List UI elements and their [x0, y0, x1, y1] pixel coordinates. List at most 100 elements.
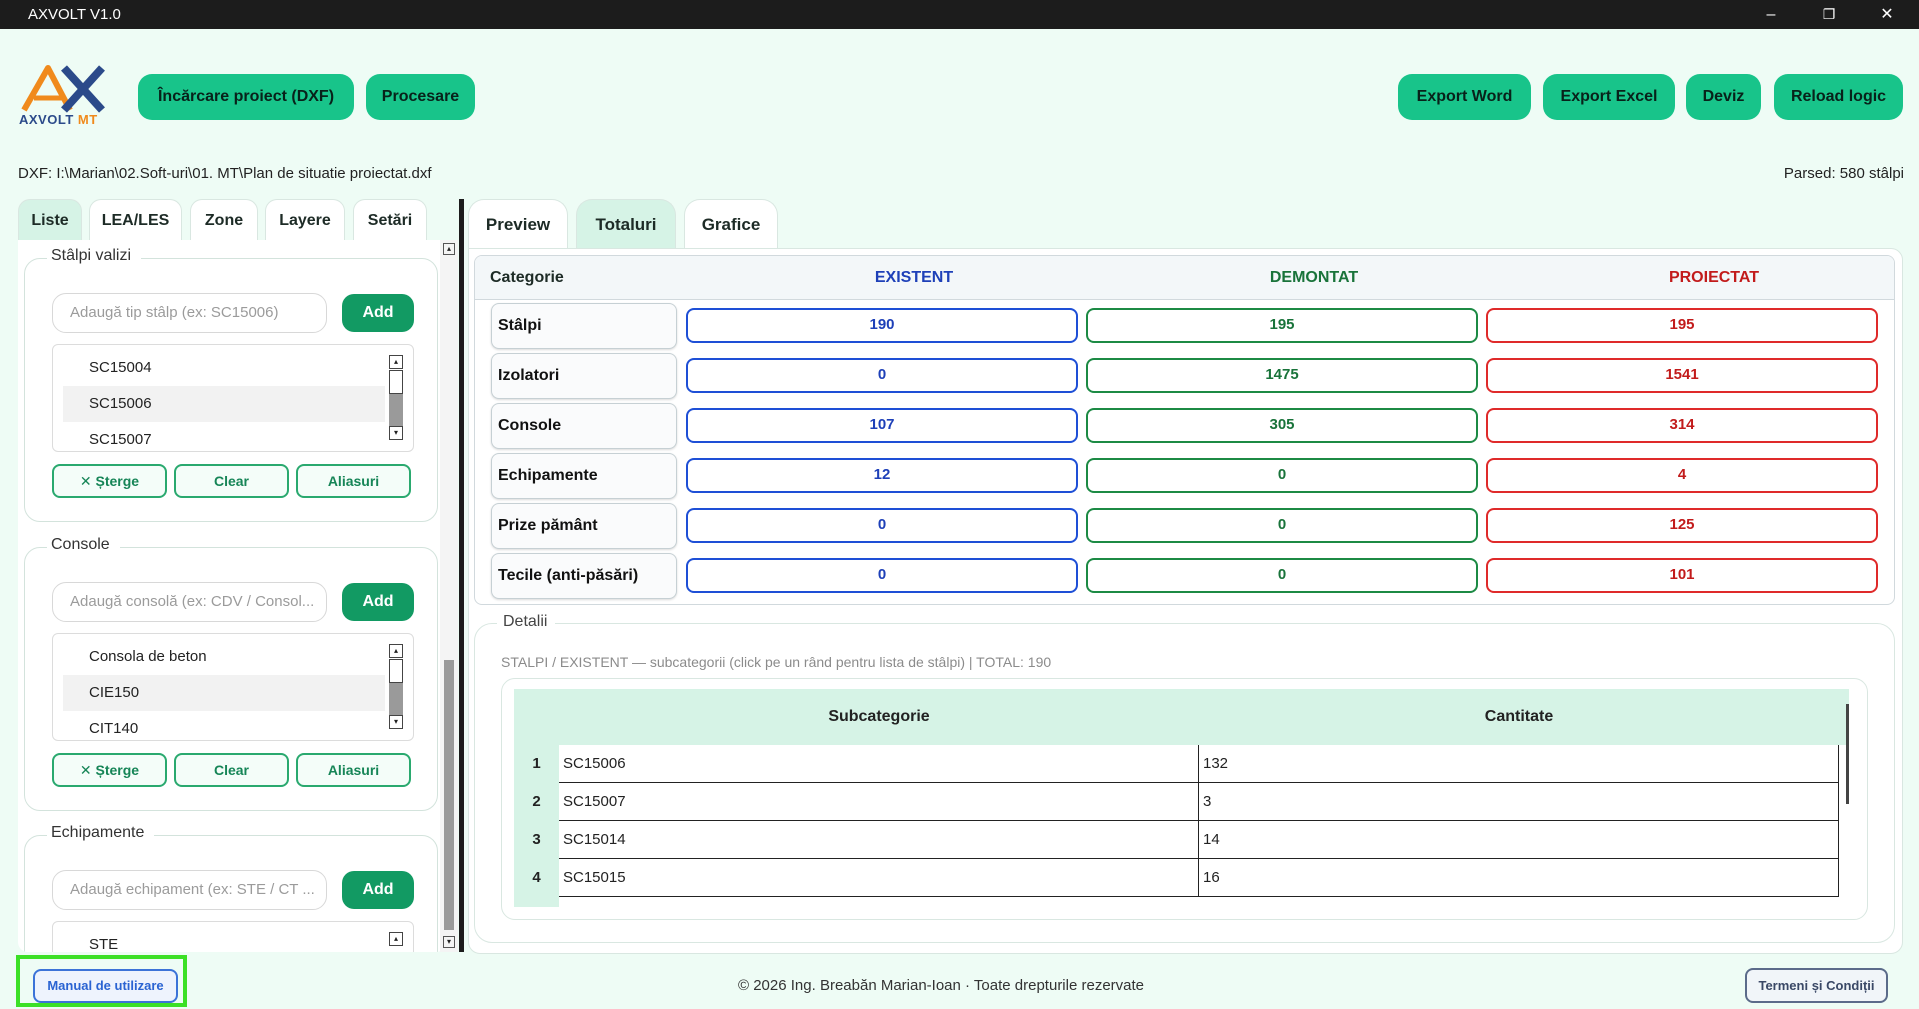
value-proiectat[interactable]: 101	[1486, 558, 1878, 593]
table-row[interactable]: 2 SC15007 3	[514, 783, 1849, 821]
category-prize-pamant[interactable]: Prize pământ	[491, 503, 677, 549]
value-existent[interactable]: 190	[686, 308, 1078, 343]
stalpi-add-button[interactable]: Add	[342, 294, 414, 332]
group-title: Echipamente	[47, 824, 155, 842]
load-dxf-button[interactable]: Încărcare proiect (DXF)	[138, 74, 354, 120]
tab-preview[interactable]: Preview	[468, 199, 568, 248]
user-manual-button[interactable]: Manual de utilizare	[33, 969, 178, 1003]
header-cantitate[interactable]: Cantitate	[1199, 689, 1839, 745]
console-list[interactable]: Consola de beton CIE150 CIT140 ▴ ▾	[52, 633, 414, 741]
header-subcategorie[interactable]: Subcategorie	[559, 689, 1199, 745]
list-item[interactable]: STE	[63, 927, 385, 952]
console-input[interactable]: Adaugă consolă (ex: CDV / Consol...	[52, 582, 327, 622]
scroll-thumb[interactable]	[444, 660, 454, 930]
export-word-button[interactable]: Export Word	[1398, 74, 1531, 120]
cell-cantitate[interactable]: 16	[1199, 859, 1839, 897]
scroll-down-icon[interactable]: ▾	[443, 936, 455, 948]
console-delete-button[interactable]: ✕ Șterge	[52, 753, 167, 787]
category-stalpi[interactable]: Stâlpi	[491, 303, 677, 349]
list-scrollbar[interactable]: ▴ ▾	[389, 644, 403, 732]
table-scrollbar[interactable]	[1846, 704, 1849, 804]
scroll-up-icon[interactable]: ▴	[389, 355, 403, 369]
export-excel-button[interactable]: Export Excel	[1543, 74, 1675, 120]
value-existent[interactable]: 107	[686, 408, 1078, 443]
table-row[interactable]: 1 SC15006 132	[514, 745, 1849, 783]
value-existent[interactable]: 0	[686, 508, 1078, 543]
value-demontat[interactable]: 0	[1086, 508, 1478, 543]
scroll-thumb[interactable]	[389, 659, 403, 683]
cell-cantitate[interactable]: 14	[1199, 821, 1839, 859]
category-echipamente[interactable]: Echipamente	[491, 453, 677, 499]
cell-subcategorie[interactable]: SC15015	[559, 859, 1199, 897]
panel-splitter[interactable]	[459, 199, 464, 952]
terms-button[interactable]: Termeni și Condiții	[1745, 968, 1888, 1003]
stalpi-input[interactable]: Adaugă tip stâlp (ex: SC15006)	[52, 293, 327, 333]
scroll-down-icon[interactable]: ▾	[389, 715, 403, 729]
process-button[interactable]: Procesare	[366, 74, 475, 120]
cell-subcategorie[interactable]: SC15006	[559, 745, 1199, 783]
value-existent[interactable]: 0	[686, 358, 1078, 393]
value-demontat[interactable]: 0	[1086, 458, 1478, 493]
value-proiectat[interactable]: 1541	[1486, 358, 1878, 393]
tab-setari[interactable]: Setări	[353, 199, 427, 241]
minimize-icon[interactable]: –	[1742, 0, 1800, 29]
tab-grafice[interactable]: Grafice	[684, 199, 778, 248]
table-row[interactable]: 3 SC15014 14	[514, 821, 1849, 859]
stalpi-delete-button[interactable]: ✕ Șterge	[52, 464, 167, 498]
left-panel-scrollbar[interactable]: ▴ ▾	[440, 240, 458, 952]
tab-lea-les[interactable]: LEA/LES	[89, 199, 182, 241]
value-demontat[interactable]: 195	[1086, 308, 1478, 343]
list-item[interactable]: Consola de beton	[63, 639, 385, 675]
category-tecile[interactable]: Tecile (anti-păsări)	[491, 553, 677, 599]
list-scrollbar[interactable]: ▴ ▾	[389, 355, 403, 443]
value-demontat[interactable]: 305	[1086, 408, 1478, 443]
scroll-up-icon[interactable]: ▴	[443, 243, 455, 255]
value-proiectat[interactable]: 195	[1486, 308, 1878, 343]
stalpi-list[interactable]: SC15004 SC15006 SC15007 ▴ ▾	[52, 344, 414, 452]
cell-cantitate[interactable]: 132	[1199, 745, 1839, 783]
tab-totaluri[interactable]: Totaluri	[576, 199, 676, 248]
console-clear-button[interactable]: Clear	[174, 753, 289, 787]
list-item[interactable]: CIE150	[63, 675, 385, 711]
echipamente-list[interactable]: STE ▴	[52, 921, 414, 952]
deviz-button[interactable]: Deviz	[1686, 74, 1761, 120]
reload-logic-button[interactable]: Reload logic	[1774, 74, 1903, 120]
close-icon[interactable]: ✕	[1858, 0, 1916, 29]
list-item[interactable]: SC15007	[63, 422, 385, 451]
list-item[interactable]: SC15006	[63, 386, 385, 422]
scroll-track	[389, 683, 403, 715]
list-item[interactable]: CIT140	[63, 711, 385, 740]
cell-cantitate[interactable]: 3	[1199, 783, 1839, 821]
scroll-up-icon[interactable]: ▴	[389, 644, 403, 658]
console-aliases-button[interactable]: Aliasuri	[296, 753, 411, 787]
scroll-down-icon[interactable]: ▾	[389, 426, 403, 440]
tab-liste[interactable]: Liste	[18, 199, 82, 241]
value-existent[interactable]: 12	[686, 458, 1078, 493]
list-item[interactable]: SC15004	[63, 350, 385, 386]
value-existent[interactable]: 0	[686, 558, 1078, 593]
tab-zone[interactable]: Zone	[190, 199, 258, 241]
stalpi-clear-button[interactable]: Clear	[174, 464, 289, 498]
echipamente-input[interactable]: Adaugă echipament (ex: STE / CT ...	[52, 870, 327, 910]
table-row[interactable]: 4 SC15015 16	[514, 859, 1849, 897]
list-scrollbar[interactable]: ▴	[389, 932, 403, 952]
group-stalpi-valizi: Stâlpi valizi Adaugă tip stâlp (ex: SC15…	[24, 247, 438, 522]
value-demontat[interactable]: 0	[1086, 558, 1478, 593]
scroll-up-icon[interactable]: ▴	[389, 932, 403, 946]
restore-icon[interactable]: ❐	[1800, 0, 1858, 29]
tab-layere[interactable]: Layere	[265, 199, 345, 241]
logo-suffix: MT	[77, 112, 98, 127]
cell-subcategorie[interactable]: SC15007	[559, 783, 1199, 821]
scroll-thumb[interactable]	[389, 370, 403, 394]
stalpi-aliases-button[interactable]: Aliasuri	[296, 464, 411, 498]
category-console[interactable]: Console	[491, 403, 677, 449]
value-proiectat[interactable]: 314	[1486, 408, 1878, 443]
dxf-path: DXF: I:\Marian\02.Soft-uri\01. MT\Plan d…	[18, 165, 432, 182]
value-demontat[interactable]: 1475	[1086, 358, 1478, 393]
value-proiectat[interactable]: 125	[1486, 508, 1878, 543]
console-add-button[interactable]: Add	[342, 583, 414, 621]
cell-subcategorie[interactable]: SC15014	[559, 821, 1199, 859]
value-proiectat[interactable]: 4	[1486, 458, 1878, 493]
category-izolatori[interactable]: Izolatori	[491, 353, 677, 399]
echipamente-add-button[interactable]: Add	[342, 871, 414, 909]
